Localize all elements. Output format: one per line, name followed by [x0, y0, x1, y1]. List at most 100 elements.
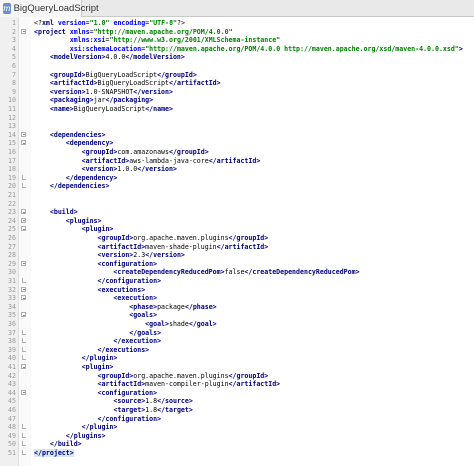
fold-toggle-icon[interactable]	[21, 286, 26, 292]
code-line[interactable]: 38 </execution>	[8, 337, 474, 346]
code-line[interactable]: 36 <goal>shade</goal>	[8, 320, 474, 329]
code-line[interactable]: 22	[8, 200, 474, 209]
fold-toggle-icon[interactable]	[21, 140, 26, 146]
code-line[interactable]: 15 <dependency>	[8, 139, 474, 148]
code-line[interactable]: 26 <groupId>org.apache.maven.plugins</gr…	[8, 234, 474, 243]
code-line[interactable]: 17 <artifactId>aws-lambda-java-core</art…	[8, 157, 474, 166]
code-line[interactable]: 16 <groupId>com.amazonaws</groupId>	[8, 148, 474, 157]
code-line[interactable]: 35 <goals>	[8, 311, 474, 320]
code-line[interactable]: 47 </configuration>	[8, 415, 474, 424]
fold-toggle-icon[interactable]	[21, 131, 26, 137]
code-line[interactable]: 45 <source>1.8</source>	[8, 397, 474, 406]
code-line[interactable]: 40 </plugin>	[8, 354, 474, 363]
tab-bigqueryloadscript[interactable]: m BigQueryLoadScript	[0, 0, 99, 17]
fold-toggle-icon[interactable]	[21, 209, 26, 215]
code-text: </configuration>	[34, 415, 162, 424]
code-line[interactable]: 19 </dependency>	[8, 174, 474, 183]
code-line[interactable]: 18 <version>1.0.0</version>	[8, 165, 474, 174]
fold-toggle-icon[interactable]	[21, 226, 26, 232]
code-line[interactable]: 24 <plugins>	[8, 217, 474, 226]
code-line[interactable]: 25 <plugin>	[8, 225, 474, 234]
fold-end-icon[interactable]	[22, 424, 26, 430]
code-line[interactable]: 27 <artifactId>maven-shade-plugin</artif…	[8, 243, 474, 252]
code-line[interactable]: 42 <groupId>org.apache.maven.plugins</gr…	[8, 372, 474, 381]
fold-toggle-icon[interactable]	[21, 389, 26, 395]
code-line[interactable]: 23 <build>	[8, 208, 474, 217]
code-line[interactable]: 50 </build>	[8, 440, 474, 449]
fold-end-icon[interactable]	[22, 450, 26, 455]
fold-end-icon[interactable]	[22, 346, 26, 352]
code-text: <version>1.0.0</version>	[34, 165, 177, 174]
fold-toggle-icon[interactable]	[21, 295, 26, 301]
code-editor[interactable]: 1 <?xml version="1.0" encoding="UTF-8"?> 2…	[0, 17, 474, 466]
line-number: 19	[8, 173, 16, 182]
code-line[interactable]: 43 <artifactId>maven-compiler-plugin</ar…	[8, 380, 474, 389]
fold-end-icon[interactable]	[22, 183, 26, 189]
fold-toggle-icon[interactable]	[21, 28, 26, 34]
code-line[interactable]: 33 <execution>	[8, 294, 474, 303]
code-text: <artifactId>aws-lambda-java-core</artifa…	[34, 157, 261, 166]
code-line[interactable]: 41 <plugin>	[8, 363, 474, 372]
code-line[interactable]: 21	[8, 191, 474, 200]
code-area[interactable]: 1 <?xml version="1.0" encoding="UTF-8"?> 2…	[8, 17, 474, 466]
code-text: </configuration>	[34, 277, 162, 286]
code-line[interactable]: 39 </executions>	[8, 346, 474, 355]
code-line[interactable]: 8 <artifactId>BigQueryLoadScript</artifa…	[12, 79, 474, 88]
code-line[interactable]: 32 <executions>	[8, 286, 474, 295]
fold-end-icon[interactable]	[22, 174, 26, 180]
fold-end-icon[interactable]	[22, 278, 26, 283]
code-line[interactable]: 14 <dependencies>	[8, 131, 474, 140]
code-text: <phase>package</phase>	[34, 303, 216, 312]
fold-end-icon[interactable]	[22, 329, 26, 335]
code-line[interactable]: 44 <configuration>	[8, 389, 474, 398]
code-text: <plugins>	[34, 217, 102, 226]
code-token: </packaging>	[105, 96, 154, 105]
code-line[interactable]: 6	[12, 62, 474, 71]
code-line[interactable]: 46 <target>1.8</target>	[8, 406, 474, 415]
fold-end-icon[interactable]	[22, 441, 26, 447]
code-line[interactable]: 34 <phase>package</phase>	[8, 303, 474, 312]
code-line[interactable]: 51 </project>	[8, 449, 474, 458]
code-line[interactable]: 13	[8, 122, 474, 131]
code-line[interactable]: 37 </goals>	[8, 329, 474, 338]
code-token: </name>	[145, 105, 173, 113]
code-line[interactable]: 7 <groupId>BigQueryLoadScript</groupId>	[12, 71, 474, 80]
code-line[interactable]: 30 <createDependencyReducedPom>false</cr…	[8, 268, 474, 277]
code-token: <artifactId>	[49, 79, 98, 88]
code-line[interactable]: 31 </configuration>	[8, 277, 474, 286]
code-line[interactable]: 4 xsi:schemaLocation="http://maven.apach…	[12, 45, 474, 54]
code-line[interactable]: 11 <name>BigQueryLoadScript</name>	[8, 105, 474, 114]
fold-end-icon[interactable]	[22, 432, 26, 438]
code-line[interactable]: 10 <packaging>jar</packaging>	[8, 96, 474, 105]
code-line[interactable]: 12	[8, 114, 474, 123]
code-line[interactable]: 29 <configuration>	[8, 260, 474, 269]
code-line[interactable]: 5 <modelVersion>4.0.0</modelVersion>	[12, 53, 474, 62]
code-line[interactable]: 20 </dependencies>	[8, 182, 474, 191]
fold-toggle-icon[interactable]	[21, 217, 26, 223]
code-token: </plugin>	[81, 354, 118, 363]
code-line[interactable]: 2 <project xmlns="http://maven.apache.org…	[12, 28, 474, 37]
code-line[interactable]: 9 <version>1.0-SNAPSHOT</version>	[12, 88, 474, 97]
code-token: <source>	[113, 397, 146, 406]
code-line[interactable]: 48 </plugin>	[8, 423, 474, 432]
fold-end-icon[interactable]	[22, 338, 26, 344]
fold-toggle-icon[interactable]	[21, 260, 26, 266]
code-token: 1.0.0	[117, 165, 138, 174]
code-text: <?xml version="1.0" encoding="UTF-8"?>	[34, 19, 185, 28]
code-text: xmlns:xsi="http://www.w3.org/2001/XMLSch…	[34, 36, 280, 45]
code-line[interactable]: 49 </plugins>	[8, 432, 474, 441]
code-line[interactable]: 1 <?xml version="1.0" encoding="UTF-8"?>	[12, 19, 474, 28]
fold-toggle-icon[interactable]	[21, 312, 26, 318]
code-line[interactable]: 28 <version>2.3</version>	[8, 251, 474, 260]
fold-end-icon[interactable]	[22, 355, 26, 361]
code-line[interactable]: 3 xmlns:xsi="http://www.w3.org/2001/XMLS…	[12, 36, 474, 45]
code-token: </dependencies>	[49, 182, 110, 191]
fold-toggle-icon[interactable]	[21, 364, 26, 369]
